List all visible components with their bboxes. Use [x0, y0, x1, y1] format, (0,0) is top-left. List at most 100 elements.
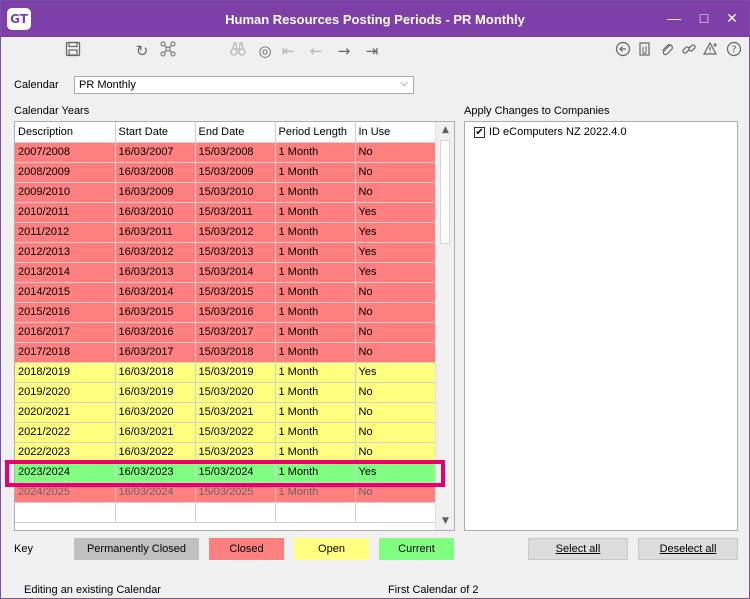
table-cell[interactable]: 2012/2013 — [15, 242, 116, 263]
table-cell[interactable]: 15/03/2012 — [195, 222, 276, 243]
table-cell[interactable]: No — [355, 402, 437, 423]
table-cell[interactable]: No — [355, 142, 437, 163]
table-cell[interactable]: 1 Month — [275, 342, 356, 363]
table-cell[interactable]: No — [355, 162, 437, 183]
help-icon[interactable]: ? — [724, 41, 744, 61]
table-cell[interactable]: 16/03/2015 — [115, 302, 196, 323]
table-row[interactable]: 2010/2011 16/03/2010 15/03/2011 1 Month Yes — [15, 202, 437, 223]
table-cell[interactable]: 2009/2010 — [15, 182, 116, 203]
table-cell[interactable]: 15/03/2023 — [195, 442, 276, 463]
table-cell[interactable]: Yes — [355, 202, 437, 223]
table-cell[interactable]: No — [355, 342, 437, 363]
table-cell[interactable]: 15/03/2013 — [195, 242, 276, 263]
column-header-description[interactable]: Description — [15, 122, 116, 143]
table-cell[interactable]: 15/03/2021 — [195, 402, 276, 423]
table-cell[interactable]: 1 Month — [275, 462, 356, 483]
table-cell[interactable]: 16/03/2021 — [115, 422, 196, 443]
table-cell[interactable]: 16/03/2018 — [115, 362, 196, 383]
network-icon[interactable] — [158, 41, 178, 61]
table-row[interactable]: 2019/2020 16/03/2019 15/03/2020 1 Month No — [15, 382, 437, 403]
list-item[interactable]: ✔ ID eComputers NZ 2022.4.0 — [465, 122, 737, 142]
table-cell[interactable]: 2011/2012 — [15, 222, 116, 243]
table-cell[interactable]: 15/03/2017 — [195, 322, 276, 343]
table-row[interactable]: 2016/2017 16/03/2016 15/03/2017 1 Month No — [15, 322, 437, 343]
table-cell[interactable]: 1 Month — [275, 162, 356, 183]
table-cell[interactable]: 15/03/2011 — [195, 202, 276, 223]
table-cell[interactable]: 1 Month — [275, 202, 356, 223]
table-cell[interactable] — [15, 502, 116, 523]
table-cell[interactable]: 16/03/2014 — [115, 282, 196, 303]
table-cell[interactable]: 1 Month — [275, 142, 356, 163]
alert-icon[interactable] — [701, 41, 721, 61]
table-cell[interactable]: No — [355, 302, 437, 323]
minimize-icon[interactable]: — — [663, 7, 685, 29]
table-cell[interactable]: No — [355, 442, 437, 463]
table-cell[interactable]: 1 Month — [275, 302, 356, 323]
table-cell[interactable]: 2021/2022 — [15, 422, 116, 443]
table-cell[interactable]: 1 Month — [275, 362, 356, 383]
table-cell[interactable]: No — [355, 482, 437, 503]
table-cell[interactable]: 16/03/2022 — [115, 442, 196, 463]
table-cell[interactable]: 2007/2008 — [15, 142, 116, 163]
table-cell[interactable]: 2023/2024 — [15, 462, 116, 483]
table-cell[interactable]: 15/03/2020 — [195, 382, 276, 403]
table-cell[interactable]: 2024/2025 — [15, 482, 116, 503]
scroll-up-icon[interactable]: ▲ — [436, 122, 454, 139]
table-cell[interactable]: 15/03/2008 — [195, 142, 276, 163]
compass-icon[interactable]: ◎ — [255, 41, 275, 61]
table-cell[interactable]: 15/03/2019 — [195, 362, 276, 383]
table-cell[interactable]: 1 Month — [275, 182, 356, 203]
vertical-scrollbar[interactable]: ▲ ▼ — [435, 122, 454, 530]
table-cell[interactable]: 15/03/2025 — [195, 482, 276, 503]
column-header-start-date[interactable]: Start Date — [115, 122, 196, 143]
table-cell[interactable]: Yes — [355, 362, 437, 383]
table-cell[interactable]: 16/03/2020 — [115, 402, 196, 423]
attachment-doc-icon[interactable] — [635, 41, 655, 61]
first-icon[interactable]: ⇤ — [278, 41, 298, 61]
table-cell[interactable]: 15/03/2024 — [195, 462, 276, 483]
table-cell[interactable]: 16/03/2019 — [115, 382, 196, 403]
table-cell[interactable] — [195, 502, 276, 523]
table-row[interactable]: 2007/2008 16/03/2007 15/03/2008 1 Month No — [15, 142, 437, 163]
table-cell[interactable]: 2019/2020 — [15, 382, 116, 403]
column-header-in-use[interactable]: In Use — [355, 122, 437, 143]
select-all-button[interactable]: Select all — [528, 538, 628, 560]
table-cell[interactable]: 16/03/2017 — [115, 342, 196, 363]
last-icon[interactable]: ⇥ — [362, 41, 382, 61]
calendar-years-grid[interactable]: Description Start Date End Date Period L… — [14, 121, 455, 531]
table-cell[interactable]: 1 Month — [275, 242, 356, 263]
table-cell[interactable]: No — [355, 322, 437, 343]
table-row[interactable]: 2008/2009 16/03/2008 15/03/2009 1 Month No — [15, 162, 437, 183]
table-row[interactable]: 2018/2019 16/03/2018 15/03/2019 1 Month Yes — [15, 362, 437, 383]
table-cell[interactable]: 2010/2011 — [15, 202, 116, 223]
table-cell[interactable]: Yes — [355, 462, 437, 483]
table-cell[interactable]: 2020/2021 — [15, 402, 116, 423]
table-cell[interactable]: 16/03/2011 — [115, 222, 196, 243]
table-row[interactable]: 2017/2018 16/03/2017 15/03/2018 1 Month No — [15, 342, 437, 363]
table-cell[interactable]: 1 Month — [275, 382, 356, 403]
column-header-end-date[interactable]: End Date — [195, 122, 276, 143]
back-icon[interactable] — [613, 41, 633, 61]
table-cell[interactable]: 1 Month — [275, 482, 356, 503]
maximize-icon[interactable]: □ — [693, 7, 715, 29]
table-cell[interactable]: No — [355, 422, 437, 443]
table-row[interactable]: 2013/2014 16/03/2013 15/03/2014 1 Month Yes — [15, 262, 437, 283]
table-cell[interactable]: 2014/2015 — [15, 282, 116, 303]
table-row[interactable]: 2014/2015 16/03/2014 15/03/2015 1 Month No — [15, 282, 437, 303]
table-cell[interactable]: 1 Month — [275, 222, 356, 243]
table-cell[interactable]: 2016/2017 — [15, 322, 116, 343]
table-cell[interactable]: 16/03/2024 — [115, 482, 196, 503]
table-cell[interactable]: 16/03/2013 — [115, 262, 196, 283]
table-row[interactable]: 2012/2013 16/03/2012 15/03/2013 1 Month Yes — [15, 242, 437, 263]
table-cell[interactable]: Yes — [355, 262, 437, 283]
table-row[interactable]: 2024/2025 16/03/2024 15/03/2025 1 Month No — [15, 482, 437, 503]
column-header-period-length[interactable]: Period Length — [275, 122, 356, 143]
table-cell[interactable]: 1 Month — [275, 262, 356, 283]
table-cell[interactable]: 15/03/2018 — [195, 342, 276, 363]
previous-icon[interactable]: ← — [306, 41, 326, 61]
table-cell[interactable]: No — [355, 282, 437, 303]
table-cell[interactable]: 16/03/2023 — [115, 462, 196, 483]
table-cell[interactable]: 15/03/2014 — [195, 262, 276, 283]
table-cell[interactable] — [115, 502, 196, 523]
table-cell[interactable]: 2022/2023 — [15, 442, 116, 463]
